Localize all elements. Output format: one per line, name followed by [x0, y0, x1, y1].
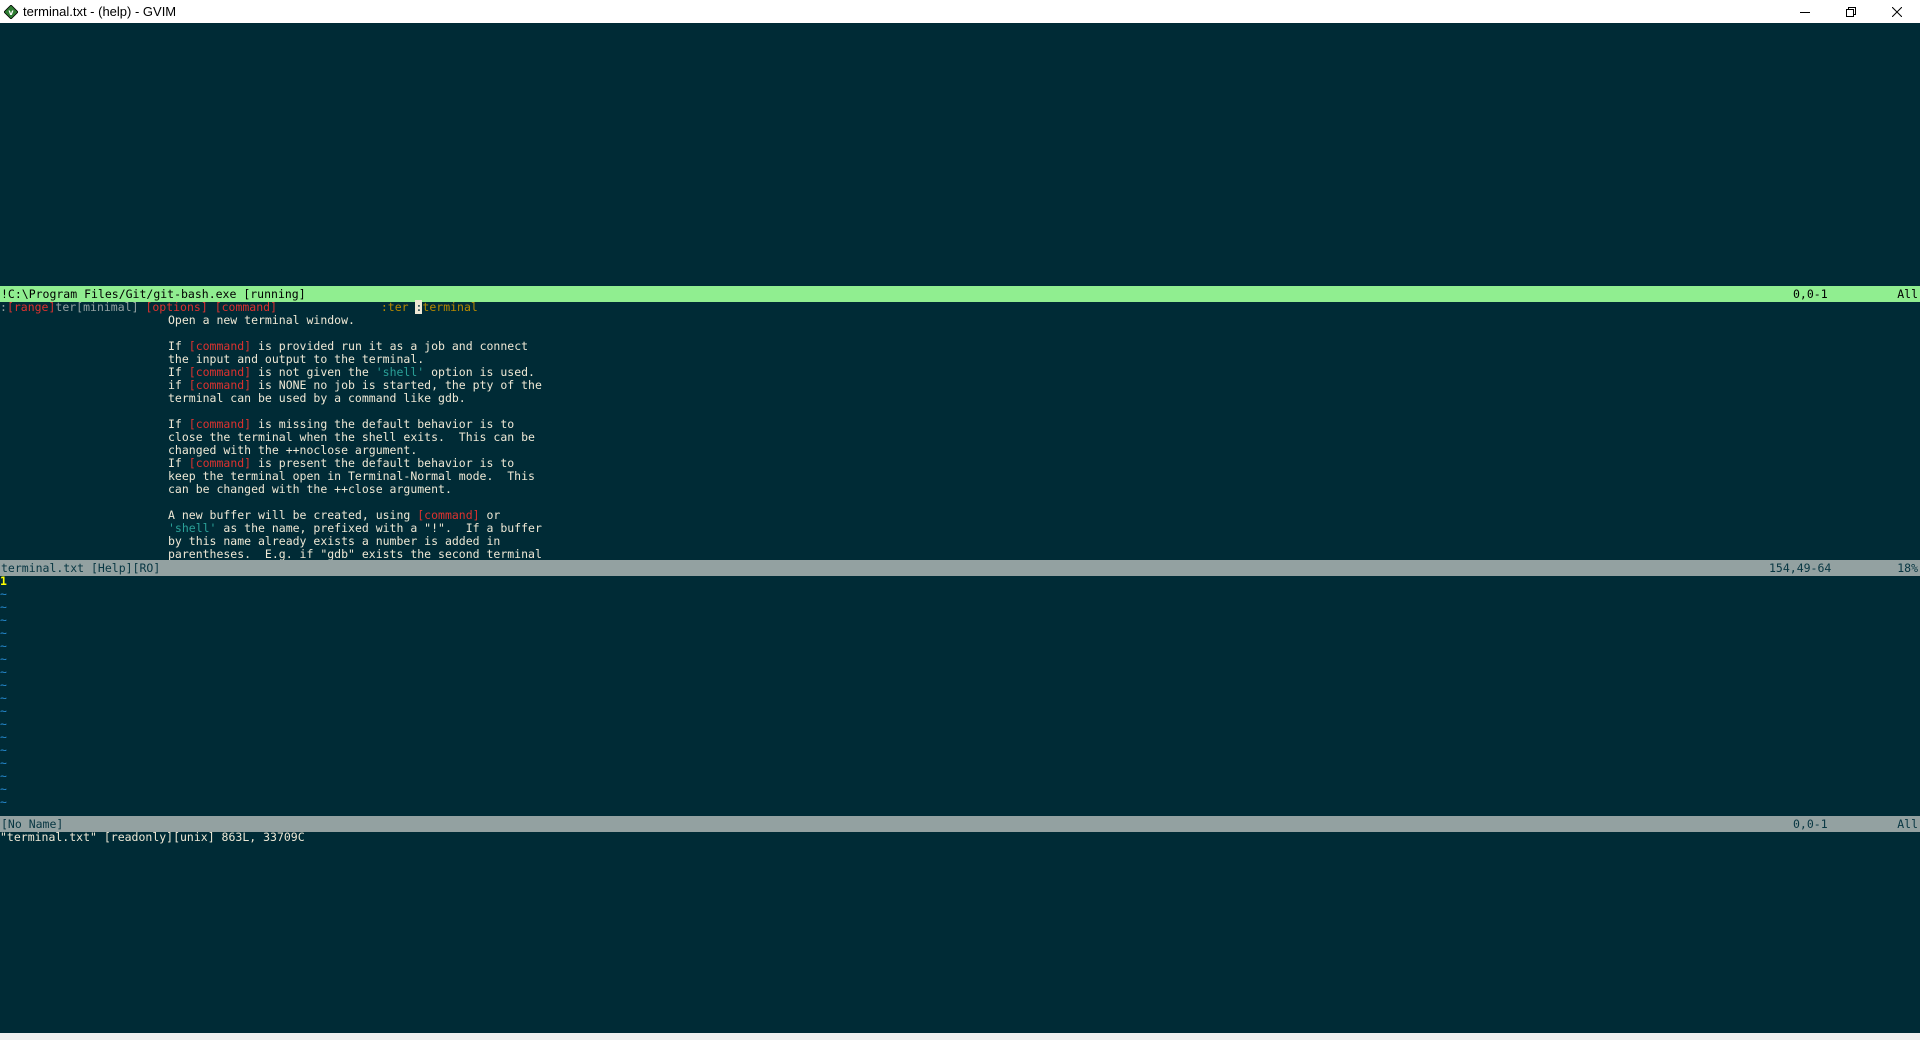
- minimize-icon: [1800, 11, 1810, 13]
- close-button[interactable]: [1874, 0, 1920, 23]
- help-line-text: can be changed with the ++close argument…: [168, 482, 452, 496]
- tilde-line: ~: [0, 795, 7, 809]
- window-title: terminal.txt - (help) - GVIM: [23, 4, 177, 19]
- gvim-app-icon[interactable]: v: [3, 4, 19, 20]
- svg-text:v: v: [8, 8, 14, 17]
- window-title-bar: v terminal.txt - (help) - GVIM: [0, 0, 1920, 23]
- help-line-text: terminal can be used by a command like g…: [168, 391, 466, 405]
- help-line: terminal can be used by a command like g…: [0, 390, 1920, 406]
- minimize-button[interactable]: [1782, 0, 1828, 23]
- restore-button[interactable]: [1828, 0, 1874, 23]
- message-line[interactable]: "terminal.txt" [readonly][unix] 863L, 33…: [0, 829, 1920, 845]
- restore-icon: [1846, 6, 1856, 17]
- vim-editor-area[interactable]: !C:\Program Files/Git/git-bash.exe [runn…: [0, 23, 1920, 1033]
- window-controls: [1782, 0, 1920, 23]
- help-line-text: parentheses. E.g. if "gdb" exists the se…: [168, 547, 542, 561]
- help-line: Open a new terminal window.: [0, 312, 1920, 328]
- help-line: can be changed with the ++close argument…: [0, 481, 1920, 497]
- close-icon: [1892, 6, 1902, 17]
- window-bottom-edge: [0, 1033, 1920, 1040]
- help-line-text: Open a new terminal window.: [168, 313, 355, 327]
